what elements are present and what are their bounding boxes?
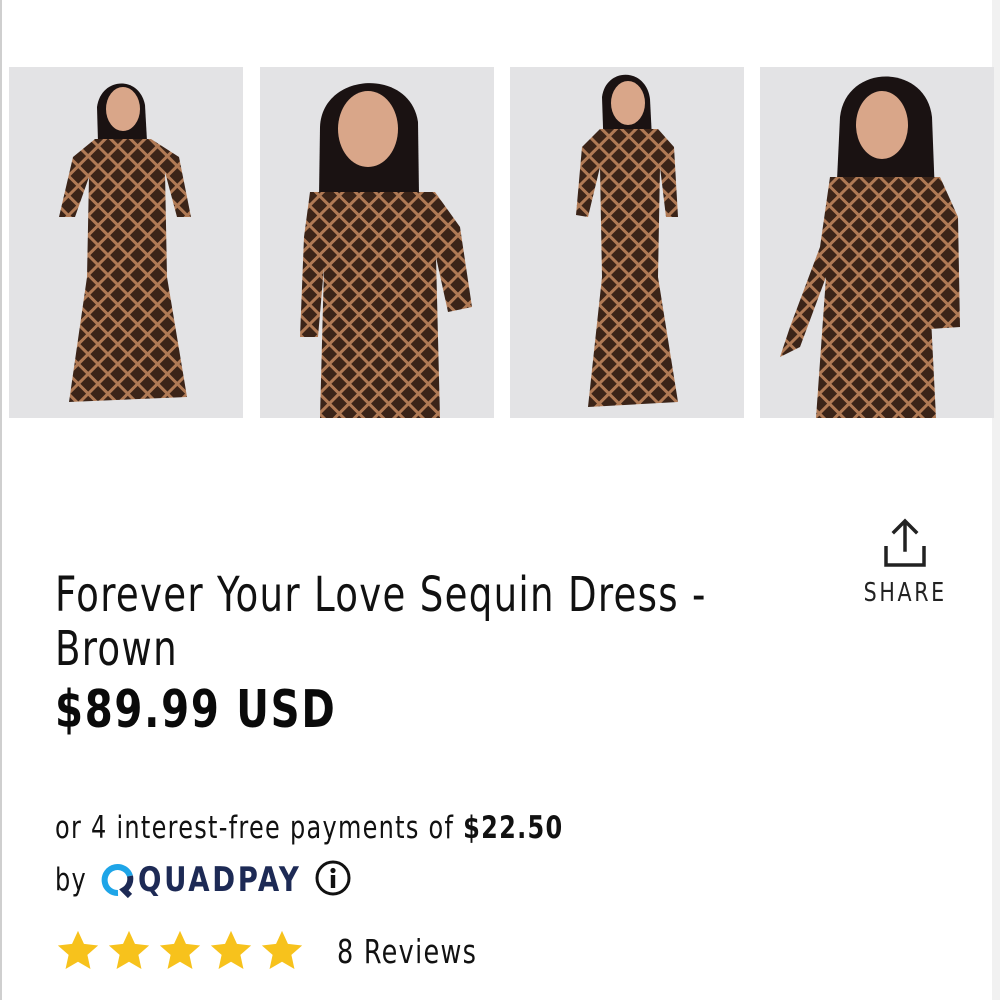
- product-photo-angle-closeup: [780, 76, 960, 418]
- star-icon: [57, 930, 99, 970]
- product-photo-front-closeup: [300, 83, 472, 418]
- left-border: [0, 0, 2, 1000]
- installment-prefix: or 4 interest-free payments of: [55, 810, 464, 846]
- info-icon[interactable]: [314, 859, 352, 901]
- product-thumbnail-3[interactable]: [510, 67, 744, 418]
- quadpay-mark-icon: [101, 864, 134, 898]
- product-thumbnail-4[interactable]: [760, 67, 994, 418]
- star-rating: [55, 928, 310, 974]
- product-photo-front-full: [59, 83, 191, 402]
- quadpay-wordmark: QUADPAY: [138, 860, 302, 900]
- product-image-gallery: [9, 67, 995, 418]
- share-button[interactable]: SHARE: [858, 518, 952, 626]
- product-thumbnail-2[interactable]: [260, 67, 494, 418]
- share-label: SHARE: [863, 578, 947, 608]
- product-price: $89.99 USD: [55, 680, 337, 740]
- rating-summary: 8 Reviews: [55, 928, 500, 974]
- installment-provider: by QUADPAY: [55, 858, 352, 902]
- star-icon: [159, 930, 201, 970]
- star-icon: [210, 930, 252, 970]
- by-label: by: [55, 862, 88, 898]
- installment-text: or 4 interest-free payments of $22.50: [55, 810, 563, 846]
- star-icon: [108, 930, 150, 970]
- product-photo-side-full: [576, 74, 678, 407]
- installment-amount: $22.50: [463, 810, 564, 846]
- quadpay-logo[interactable]: QUADPAY: [100, 860, 320, 900]
- share-icon: [884, 518, 926, 567]
- reviews-link[interactable]: 8 Reviews: [337, 932, 477, 971]
- product-thumbnail-1[interactable]: [9, 67, 243, 418]
- star-icon: [261, 930, 303, 970]
- product-title: Forever Your Love Sequin Dress - Brown: [55, 567, 707, 678]
